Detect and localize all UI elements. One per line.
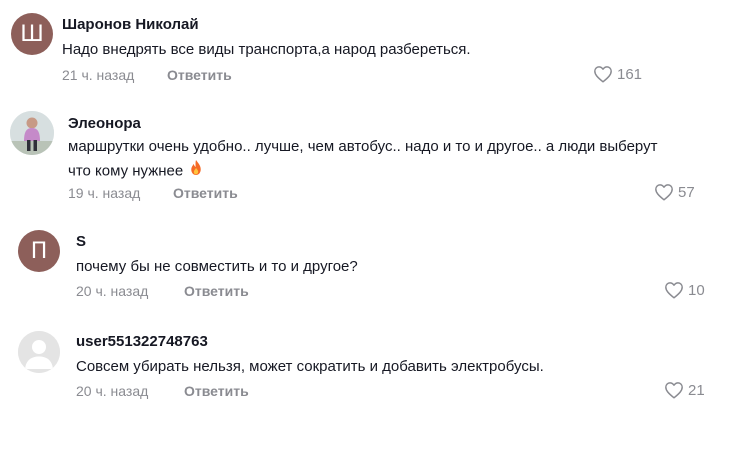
- comment-text: Совсем убирать нельзя, может сократить и…: [76, 358, 544, 375]
- heart-icon: [593, 65, 613, 83]
- avatar-letter: П: [30, 238, 48, 264]
- avatar-photo-icon: [10, 111, 54, 155]
- reply-button[interactable]: Ответить: [184, 283, 249, 299]
- like-button[interactable]: 21: [664, 381, 705, 399]
- comment-time: 20 ч. назад: [76, 283, 149, 299]
- like-count: 10: [688, 281, 705, 299]
- comment-username[interactable]: S: [76, 233, 86, 250]
- reply-button[interactable]: Ответить: [184, 383, 249, 399]
- avatar[interactable]: Ш: [11, 13, 53, 55]
- comment-username[interactable]: Шаронов Николай: [62, 16, 199, 33]
- like-count: 21: [688, 381, 705, 399]
- reply-button[interactable]: Ответить: [173, 185, 238, 201]
- heart-icon: [664, 381, 684, 399]
- like-count: 161: [617, 65, 643, 83]
- avatar[interactable]: [18, 331, 60, 373]
- reply-button[interactable]: Ответить: [167, 67, 232, 83]
- comment-username[interactable]: user551322748763: [76, 333, 208, 350]
- comment-username[interactable]: Элеонора: [68, 115, 141, 132]
- heart-icon: [664, 281, 684, 299]
- comment-time: 20 ч. назад: [76, 383, 149, 399]
- comment-text-line-2: что кому нужнее: [68, 159, 708, 184]
- like-button[interactable]: 10: [664, 281, 705, 299]
- fire-icon: [189, 159, 203, 184]
- avatar[interactable]: П: [18, 230, 60, 272]
- like-button[interactable]: 161: [593, 65, 642, 83]
- comment-text-line-1: маршрутки очень удобно.. лучше, чем авто…: [68, 138, 658, 155]
- comment-time: 19 ч. назад: [68, 185, 141, 201]
- default-avatar-icon: [18, 331, 60, 373]
- avatar[interactable]: [10, 111, 54, 155]
- comments-list: Ш Шаронов Николай Надо внедрять все виды…: [0, 0, 732, 460]
- comment-text: Надо внедрять все виды транспорта,а наро…: [62, 41, 471, 58]
- comment-text: почему бы не совместить и то и другое?: [76, 258, 358, 275]
- comment-text-line-2-text: что кому нужнее: [68, 162, 184, 180]
- comment-time: 21 ч. назад: [62, 67, 135, 83]
- like-count: 57: [678, 183, 695, 201]
- heart-icon: [654, 183, 674, 201]
- like-button[interactable]: 57: [654, 183, 695, 201]
- avatar-letter: Ш: [20, 21, 44, 47]
